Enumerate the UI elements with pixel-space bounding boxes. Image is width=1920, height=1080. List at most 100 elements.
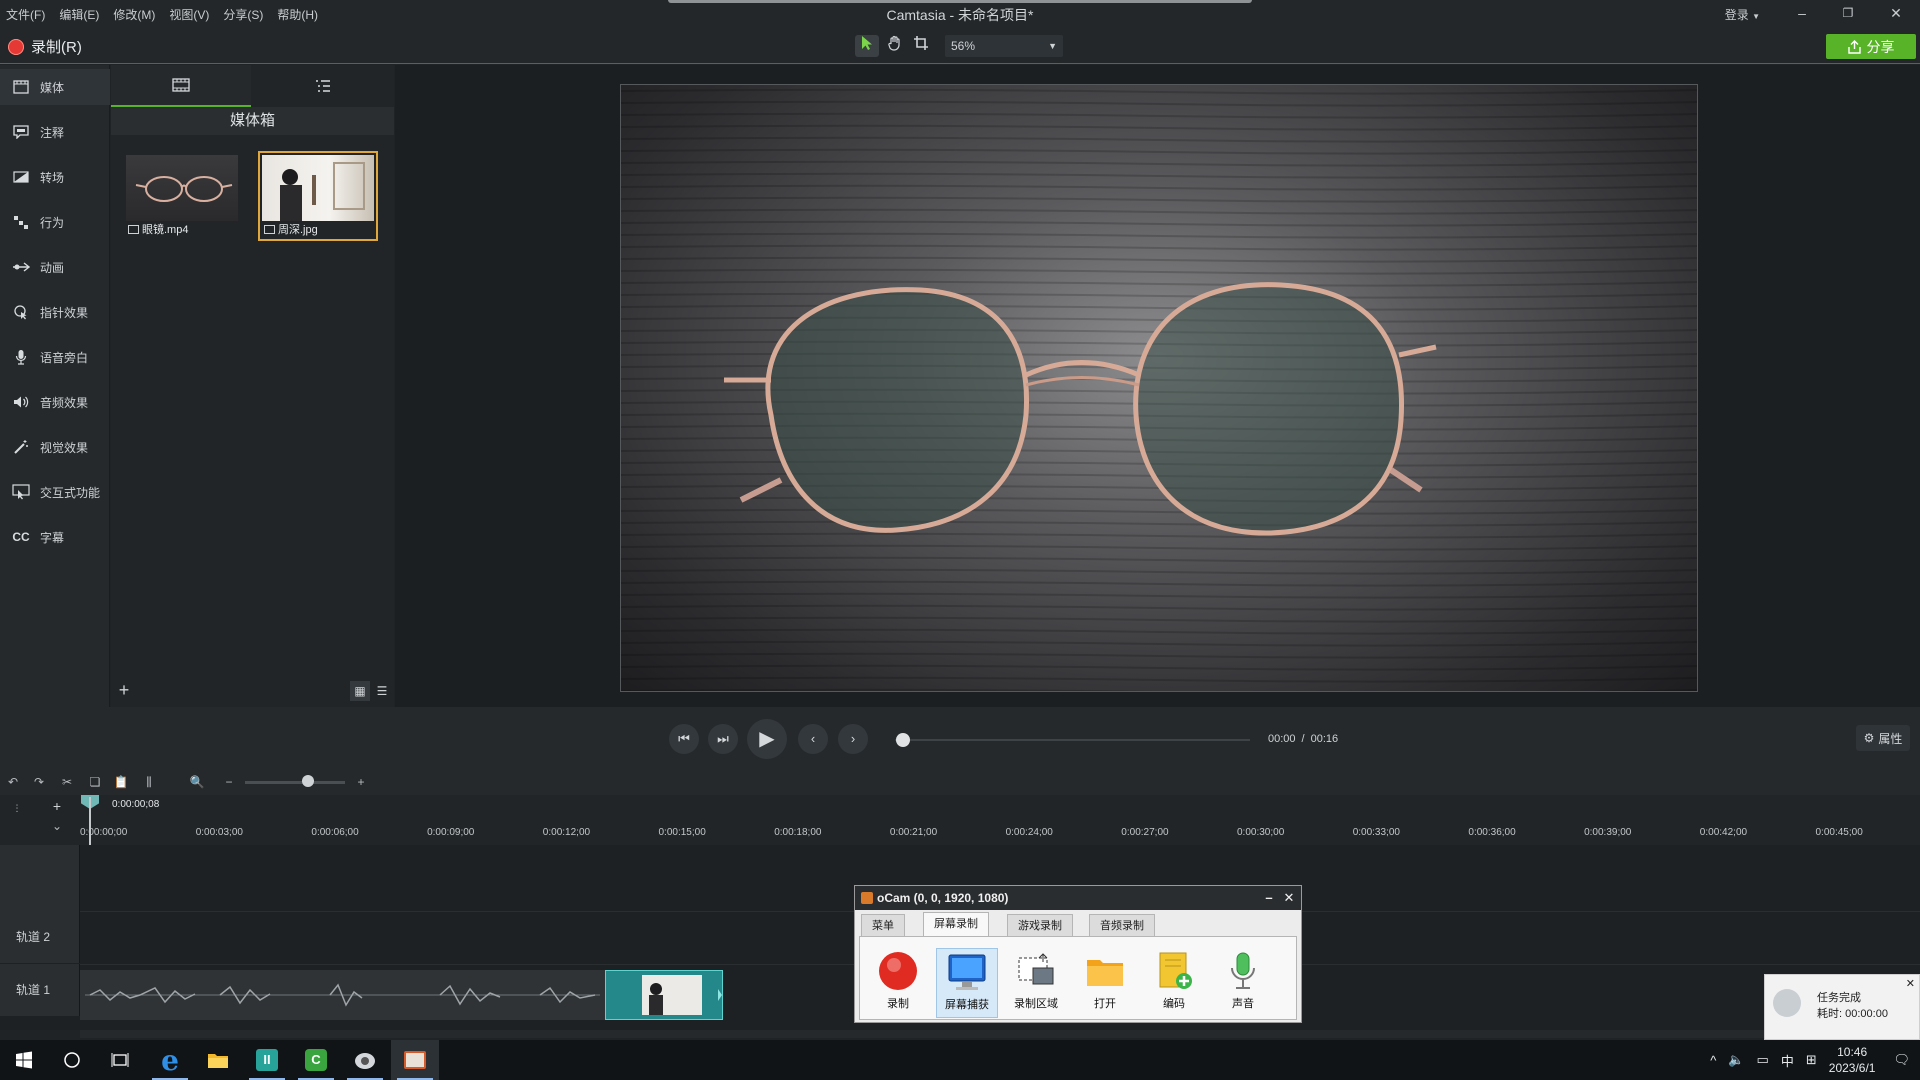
zoom-slider-handle[interactable] (302, 775, 314, 787)
list-view-icon[interactable]: ☰ (372, 681, 392, 701)
add-media-button[interactable]: + (115, 681, 133, 699)
volume-icon[interactable]: 🔈 (1728, 1052, 1744, 1068)
timeline-zoom-slider[interactable] (245, 781, 345, 784)
ocam-sound-button[interactable]: 声音 (1212, 948, 1274, 1018)
magic-wand-icon (12, 438, 30, 456)
restore-button[interactable]: ❐ (1838, 4, 1858, 22)
media-item-image[interactable]: 周深.jpg (258, 151, 378, 241)
grid-view-icon[interactable]: ▦ (350, 681, 370, 701)
notification-center-icon[interactable]: 🗨 (1887, 1052, 1910, 1068)
playhead-time: 0:00:00;08 (112, 799, 160, 810)
sidebar-item-media[interactable]: 媒体 (0, 69, 110, 105)
copy-icon[interactable]: ❏ (86, 773, 104, 791)
ruler-tick-label: 0:00:27;00 (1121, 827, 1169, 838)
record-button[interactable]: 录制(R) (8, 36, 82, 57)
teal-app-icon[interactable]: II (243, 1040, 291, 1080)
track-header-2[interactable]: 轨道 2 (0, 911, 80, 963)
file-explorer-icon[interactable] (194, 1040, 242, 1080)
ocam-tab-game-record[interactable]: 游戏录制 (1007, 914, 1073, 936)
ocam-record-button[interactable]: 录制 (867, 948, 929, 1018)
next-icon[interactable]: › (838, 724, 868, 754)
windows-taskbar: e II C ^ 🔈 ▭ 中 ⊞ 10:46 2023/6/1 🗨 (0, 1040, 1920, 1080)
ocam-tab-menu[interactable]: 菜单 (861, 914, 905, 936)
ocam-open-button[interactable]: 打开 (1074, 948, 1136, 1018)
close-button[interactable]: ✕ (1886, 4, 1906, 22)
zoom-dropdown[interactable]: 56% ▼ (945, 35, 1063, 57)
record-label: 录制(R) (31, 39, 82, 56)
clock[interactable]: 10:46 2023/6/1 (1829, 1044, 1876, 1076)
video-preview[interactable] (620, 84, 1698, 692)
sidebar-item-audio-effects[interactable]: 音频效果 (0, 384, 110, 420)
ruler-tick-label: 0:00:33;00 (1352, 827, 1400, 838)
login-button[interactable]: 登录 ▼ (1725, 6, 1760, 23)
track-height-icon[interactable]: ⋮ (8, 799, 26, 817)
paste-icon[interactable]: 📋 (112, 773, 130, 791)
empty-track-header (0, 845, 80, 911)
tab-media-bin[interactable] (111, 65, 251, 107)
play-icon[interactable]: ▶ (747, 719, 787, 759)
ocam-taskbar-icon[interactable] (341, 1040, 389, 1080)
ocam-record-region-button[interactable]: 录制区域 (1005, 948, 1067, 1018)
edge-browser-icon[interactable]: e (146, 1040, 194, 1080)
zoom-out-icon[interactable]: − (220, 773, 238, 791)
crop-icon[interactable] (909, 35, 933, 57)
sidebar-item-label: 媒体 (40, 80, 65, 95)
sidebar-item-transitions[interactable]: 转场 (0, 159, 110, 195)
windows-start-icon[interactable] (0, 1040, 48, 1080)
search-icon[interactable]: 🔍 (188, 773, 206, 791)
network-icon[interactable]: ▭ (1757, 1052, 1769, 1068)
step-forward-frame-icon[interactable]: ⏭ (708, 724, 738, 754)
sidebar-item-voice-narration[interactable]: 语音旁白 (0, 339, 110, 375)
sidebar-item-behaviors[interactable]: 行为 (0, 204, 110, 240)
redo-icon[interactable]: ↷ (30, 773, 48, 791)
step-back-icon[interactable]: ⏮ (669, 724, 699, 754)
previous-icon[interactable]: ‹ (798, 724, 828, 754)
chevron-down-icon[interactable]: ⌄ (48, 817, 66, 835)
sidebar-item-interactivity[interactable]: 交互式功能 (0, 474, 110, 510)
keyboard-layout-icon[interactable]: ⊞ (1806, 1052, 1817, 1068)
sidebar-item-captions[interactable]: CC 字幕 (0, 519, 110, 555)
chevron-up-icon[interactable]: ^ (1710, 1053, 1716, 1068)
image-clip-portrait[interactable] (605, 970, 723, 1020)
search-circle-icon[interactable] (48, 1040, 96, 1080)
recording-app-icon[interactable] (391, 1040, 439, 1080)
ocam-button-label: 声音 (1232, 998, 1254, 1010)
properties-button[interactable]: ⚙ 属性 (1856, 725, 1910, 751)
select-tool-icon[interactable] (855, 35, 879, 57)
ime-indicator[interactable]: 中 (1781, 1051, 1794, 1070)
clip-thumbnail (642, 975, 722, 1015)
playback-scrubber[interactable] (895, 739, 1250, 741)
zoom-in-icon[interactable]: + (352, 773, 370, 791)
zoom-value: 56% (951, 39, 976, 53)
minimize-icon[interactable]: – (1261, 889, 1277, 907)
close-icon[interactable]: ✕ (1281, 889, 1297, 907)
camtasia-icon[interactable]: C (292, 1040, 340, 1080)
add-track-icon[interactable]: + (48, 797, 66, 815)
close-icon[interactable]: ✕ (1906, 977, 1915, 990)
task-view-icon[interactable] (96, 1040, 144, 1080)
ocam-encode-button[interactable]: 编码 (1143, 948, 1205, 1018)
glasses-thumbnail (126, 155, 238, 221)
ocam-tab-screen-record[interactable]: 屏幕录制 (923, 912, 989, 936)
media-item-video[interactable]: 眼镜.mp4 (122, 151, 242, 241)
ocam-screen-capture-button[interactable]: 屏幕捕获 (936, 948, 998, 1018)
cut-icon[interactable]: ✂ (58, 773, 76, 791)
video-clip-glasses[interactable] (80, 970, 605, 1020)
minimize-button[interactable]: – (1792, 4, 1812, 22)
timeline-ruler[interactable]: + ⌄ ⋮ 0:00:00;08 0:00:00;00 0:00:03;00 0:0… (0, 795, 1920, 845)
track-header-1[interactable]: 轨道 1 (0, 964, 80, 1016)
pan-hand-icon[interactable] (883, 35, 907, 57)
tab-library[interactable] (253, 65, 393, 107)
task-complete-notification[interactable]: 任务完成 耗时: 00:00:00 ✕ (1764, 974, 1920, 1040)
sidebar-item-annotations[interactable]: 注释 (0, 114, 110, 150)
media-filename: 周深.jpg (278, 224, 318, 236)
sidebar-item-visual-effects[interactable]: 视觉效果 (0, 429, 110, 465)
sidebar-item-animations[interactable]: 动画 (0, 249, 110, 285)
ocam-tab-audio-record[interactable]: 音频录制 (1089, 914, 1155, 936)
undo-icon[interactable]: ↶ (4, 773, 22, 791)
share-button[interactable]: 分享 (1826, 34, 1916, 59)
split-icon[interactable]: ⫼ (140, 773, 158, 791)
scrubber-handle[interactable] (896, 733, 910, 747)
timeline-horizontal-scrollbar[interactable] (80, 1030, 1920, 1038)
sidebar-item-cursor-effects[interactable]: 指针效果 (0, 294, 110, 330)
